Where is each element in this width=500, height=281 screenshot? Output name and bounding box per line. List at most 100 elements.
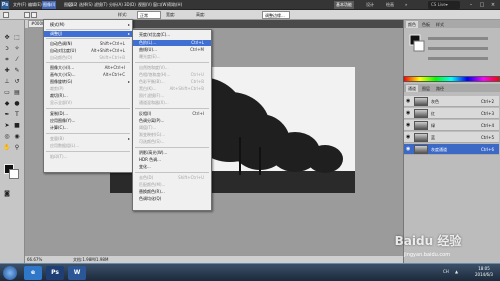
zoom-tool-icon[interactable]: ⚲ bbox=[13, 144, 21, 152]
menu-item-levels[interactable]: 色阶(L)... Ctrl+L bbox=[133, 40, 211, 46]
background-color-swatch[interactable] bbox=[9, 169, 19, 179]
path-select-icon[interactable]: ➤ bbox=[3, 122, 11, 130]
taskbar-photoshop[interactable]: Ps bbox=[46, 266, 64, 280]
menu-item-auto-contrast[interactable]: 自动对比度(U) Alt+Shift+Ctrl+L bbox=[44, 48, 132, 54]
eye-icon[interactable]: ◉ bbox=[406, 99, 411, 104]
gradient-tool-icon[interactable]: ▤ bbox=[13, 89, 21, 97]
channel-row-selected[interactable]: ◉ 灰度通道 Ctrl+6 bbox=[404, 144, 499, 155]
channel-row[interactable]: ◉ 绿 Ctrl+4 bbox=[404, 120, 499, 131]
tab-layers[interactable]: 图层 bbox=[420, 85, 432, 92]
taskbar-word[interactable]: W bbox=[68, 266, 86, 280]
history-brush-icon[interactable]: ↺ bbox=[13, 78, 21, 86]
menu-file[interactable]: 文件(F) bbox=[12, 1, 27, 9]
pen-tool-icon[interactable]: ✒ bbox=[3, 111, 11, 119]
lasso-tool-icon[interactable]: ↄ bbox=[3, 45, 11, 53]
3d-rotate-icon[interactable]: ◎ bbox=[3, 133, 11, 141]
channel-row[interactable]: ◉ 灰色 Ctrl+2 bbox=[404, 96, 499, 107]
menu-edit[interactable]: 编辑(E) bbox=[27, 1, 43, 9]
zoom-readout[interactable]: 66.7 bbox=[68, 1, 77, 9]
eye-icon[interactable]: ◉ bbox=[406, 135, 411, 140]
taskbar-ie[interactable]: e bbox=[24, 266, 42, 280]
cs-live-button[interactable]: CS Live▾ bbox=[428, 1, 460, 9]
menu-item-duplicate[interactable]: 复制(D)... bbox=[44, 111, 132, 117]
color-sliders[interactable] bbox=[408, 31, 498, 71]
menu-item-canvas-size[interactable]: 画布大小(S)... Alt+Ctrl+C bbox=[44, 72, 132, 78]
workspace-more[interactable]: » bbox=[403, 1, 409, 9]
menu-item-apply-image[interactable]: 应用图像(Y)... bbox=[44, 118, 132, 124]
menu-item-trim[interactable]: 裁切(R)... bbox=[44, 93, 132, 99]
type-tool-icon[interactable]: T bbox=[13, 111, 21, 119]
menu-item-replace-color[interactable]: 替换颜色(R)... bbox=[133, 189, 211, 195]
eraser-tool-icon[interactable]: ▭ bbox=[3, 89, 11, 97]
eye-icon[interactable]: ◉ bbox=[406, 147, 411, 152]
tab-styles[interactable]: 样式 bbox=[434, 21, 446, 28]
menu-3d[interactable]: 3D(D) bbox=[123, 1, 137, 9]
add-selection-icon[interactable] bbox=[31, 12, 37, 18]
menu-separator bbox=[135, 147, 209, 148]
tab-color[interactable]: 颜色 bbox=[406, 21, 418, 28]
new-selection-icon[interactable] bbox=[24, 12, 30, 18]
minimize-icon[interactable]: – bbox=[466, 1, 476, 9]
workspace-design[interactable]: 设计 bbox=[364, 1, 376, 9]
menu-item-mode[interactable]: 模式(M) ▸ bbox=[44, 22, 132, 28]
menu-item-image-size[interactable]: 图像大小(I)... Alt+Ctrl+I bbox=[44, 65, 132, 71]
style-select[interactable]: 正常 bbox=[137, 11, 161, 19]
menu-item-selective-color: 可选颜色(S)... bbox=[139, 139, 165, 144]
menu-select[interactable]: 选择(S) bbox=[78, 1, 94, 9]
menu-item-brightness-contrast[interactable]: 亮度/对比度(C)... bbox=[133, 32, 211, 38]
healing-brush-icon[interactable]: ✚ bbox=[3, 67, 11, 75]
start-button-icon[interactable] bbox=[3, 266, 17, 280]
clone-stamp-icon[interactable]: ⊥ bbox=[3, 78, 11, 86]
tray-expand-icon[interactable]: ▲ bbox=[455, 269, 458, 274]
menu-item-curves[interactable]: 曲线(U)... Ctrl+M bbox=[133, 47, 211, 53]
magic-wand-icon[interactable]: ✧ bbox=[13, 45, 21, 53]
menu-view[interactable]: 视图(V) bbox=[137, 1, 153, 9]
menu-item-hdr-toning[interactable]: HDR 色调... bbox=[133, 157, 211, 163]
tab-paths[interactable]: 路径 bbox=[434, 85, 446, 92]
menu-item-image-rotation[interactable]: 图像旋转(G) ▸ bbox=[44, 79, 132, 85]
refine-edge-button[interactable]: 调整边缘... bbox=[262, 11, 290, 19]
menu-item-adjustments[interactable]: 调整(J) ▸ bbox=[44, 31, 132, 37]
status-zoom[interactable]: 66.67% bbox=[27, 257, 42, 262]
menu-item-calculations[interactable]: 计算(C)... bbox=[44, 125, 132, 131]
menu-filter[interactable]: 滤镜(T) bbox=[93, 1, 109, 9]
eye-icon[interactable]: ◉ bbox=[406, 123, 411, 128]
menu-item-variations[interactable]: 变化... bbox=[133, 164, 211, 170]
quick-mask-icon[interactable]: ◙ bbox=[3, 190, 11, 198]
menu-item-posterize[interactable]: 色调分离(P)... bbox=[133, 118, 211, 124]
marquee-tool-icon[interactable]: ⬚ bbox=[13, 34, 21, 42]
eyedropper-icon[interactable]: ⁄ bbox=[13, 56, 21, 64]
brush-tool-icon[interactable]: ✎ bbox=[13, 67, 21, 75]
menu-image[interactable]: 图像(I) bbox=[42, 1, 57, 9]
status-bar: 66.67% 文档:1.98M/1.98M bbox=[25, 255, 403, 263]
blur-tool-icon[interactable]: ◆ bbox=[3, 100, 11, 108]
dodge-tool-icon[interactable]: ● bbox=[13, 100, 21, 108]
workspace-essentials[interactable]: 基本功能 bbox=[334, 1, 354, 9]
3d-orbit-icon[interactable]: ◉ bbox=[13, 133, 21, 141]
move-tool-icon[interactable]: ✥ bbox=[3, 34, 11, 42]
close-icon[interactable]: × bbox=[488, 1, 498, 9]
menu-item-auto-tone[interactable]: 自动色调(N) Shift+Ctrl+L bbox=[44, 41, 132, 47]
tab-swatches[interactable]: 色板 bbox=[420, 21, 432, 28]
menu-item-invert[interactable]: 反相(I) Ctrl+I bbox=[133, 111, 211, 117]
taskbar-clock[interactable]: 18:05 2014/6/3 bbox=[470, 266, 498, 278]
crop-tool-icon[interactable]: ⌗ bbox=[3, 56, 11, 64]
menu-item-shadows-highlights[interactable]: 阴影/高光(W)... bbox=[133, 150, 211, 156]
tab-channels[interactable]: 通道 bbox=[406, 85, 418, 92]
hand-tool-icon[interactable]: ✋ bbox=[3, 144, 11, 152]
tool-preset-icon[interactable] bbox=[3, 12, 9, 18]
menu-item-reveal-all: 显示全部(V) bbox=[50, 100, 72, 105]
maximize-icon[interactable]: □ bbox=[477, 1, 487, 9]
eye-icon[interactable]: ◉ bbox=[406, 111, 411, 116]
menu-analysis[interactable]: 分析(A) bbox=[108, 1, 124, 9]
color-spectrum[interactable] bbox=[403, 76, 500, 82]
shape-tool-icon[interactable]: ■ bbox=[13, 122, 21, 130]
channel-row[interactable]: ◉ 蓝 Ctrl+5 bbox=[404, 132, 499, 143]
menu-item-crop: 裁剪(P) bbox=[50, 86, 64, 91]
menu-help[interactable]: 帮助(H) bbox=[167, 1, 183, 9]
tray-language[interactable]: CH bbox=[443, 269, 449, 274]
channel-row[interactable]: ◉ 红 Ctrl+3 bbox=[404, 108, 499, 119]
channel-thumbnail bbox=[414, 97, 428, 106]
menu-item-equalize[interactable]: 色调均化(Q) bbox=[133, 196, 211, 202]
workspace-painting[interactable]: 绘画 bbox=[384, 1, 396, 9]
